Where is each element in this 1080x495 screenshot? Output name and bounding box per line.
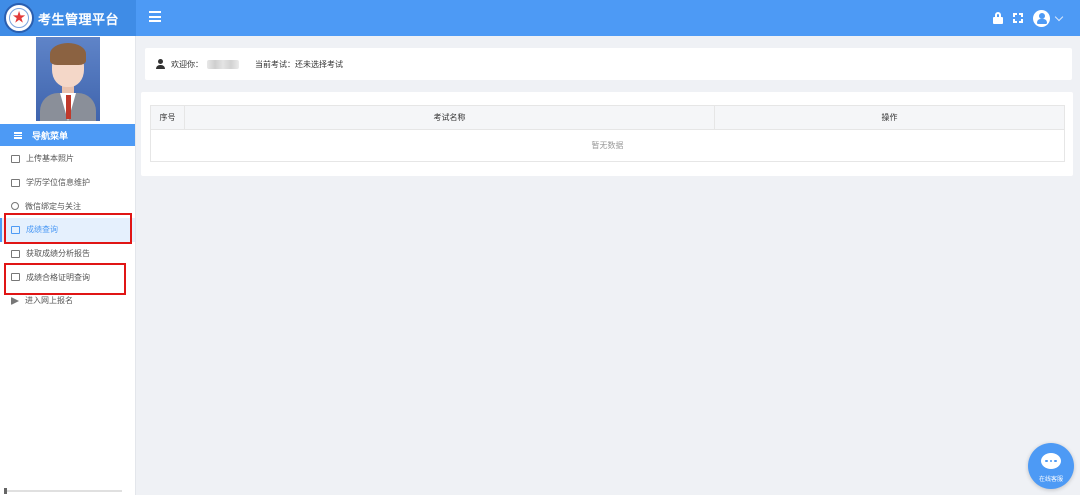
- exam-table-card: 序号 考试名称 操作 暂无数据: [141, 92, 1073, 176]
- send-icon: [11, 296, 19, 305]
- top-bar-actions: [993, 0, 1064, 36]
- exam-table: 序号 考试名称 操作 暂无数据: [150, 105, 1065, 162]
- fullscreen-icon[interactable]: [1013, 13, 1023, 23]
- welcome-greeting: 欢迎你：: [171, 59, 203, 69]
- book-icon: [11, 178, 20, 187]
- lock-icon[interactable]: [993, 12, 1003, 24]
- column-header-actions: 操作: [714, 105, 1065, 130]
- brand[interactable]: ★ 考生管理平台: [0, 0, 136, 36]
- sidebar-item-score-report[interactable]: 获取成绩分析报告: [0, 242, 135, 266]
- hamburger-menu-icon[interactable]: [149, 11, 161, 23]
- chevron-down-icon[interactable]: [1054, 12, 1064, 21]
- avatar: [36, 37, 100, 121]
- highlight-box-score-query: [4, 213, 132, 244]
- chat-bubble-icon: [1041, 453, 1061, 469]
- current-exam-value: 还未选择考试: [295, 59, 343, 69]
- wechat-icon: [11, 202, 19, 211]
- user-avatar-icon[interactable]: [1033, 9, 1050, 27]
- nav-menu-title: 导航菜单: [32, 131, 69, 142]
- star-emblem-icon: ★: [4, 3, 34, 33]
- sidebar-item-label: 进入网上报名: [25, 296, 73, 306]
- online-support-button[interactable]: 在线客服: [1028, 443, 1074, 489]
- sidebar-item-label: 学历学位信息维护: [26, 178, 90, 188]
- table-row-empty: 暂无数据: [150, 129, 1065, 162]
- sidebar-item-upload-photo[interactable]: 上传基本照片: [0, 147, 135, 171]
- image-icon: [11, 154, 20, 163]
- column-header-exam-name: 考试名称: [184, 105, 715, 130]
- online-support-label: 在线客服: [1038, 476, 1063, 483]
- app-title: 考生管理平台: [38, 12, 120, 28]
- nav-menu-header: 导航菜单: [0, 124, 135, 146]
- empty-state-text: 暂无数据: [150, 129, 1065, 162]
- sidebar-scrollbar[interactable]: [4, 488, 122, 494]
- sidebar-item-education-info[interactable]: 学历学位信息维护: [0, 171, 135, 195]
- list-icon: [14, 132, 22, 139]
- top-bar: ★ 考生管理平台: [0, 0, 1080, 36]
- sidebar-item-label: 上传基本照片: [26, 154, 74, 164]
- highlight-box-certificate-query: [4, 263, 126, 295]
- person-icon: [155, 59, 165, 69]
- blurred-username: [207, 59, 239, 69]
- sidebar-item-label: 获取成绩分析报告: [26, 249, 90, 259]
- column-header-index: 序号: [150, 105, 185, 130]
- current-exam-label: 当前考试：: [255, 59, 295, 69]
- welcome-bar: 欢迎你： 当前考试： 还未选择考试: [145, 48, 1072, 80]
- report-icon: [11, 249, 20, 258]
- sidebar-item-label: 微信绑定与关注: [25, 201, 81, 211]
